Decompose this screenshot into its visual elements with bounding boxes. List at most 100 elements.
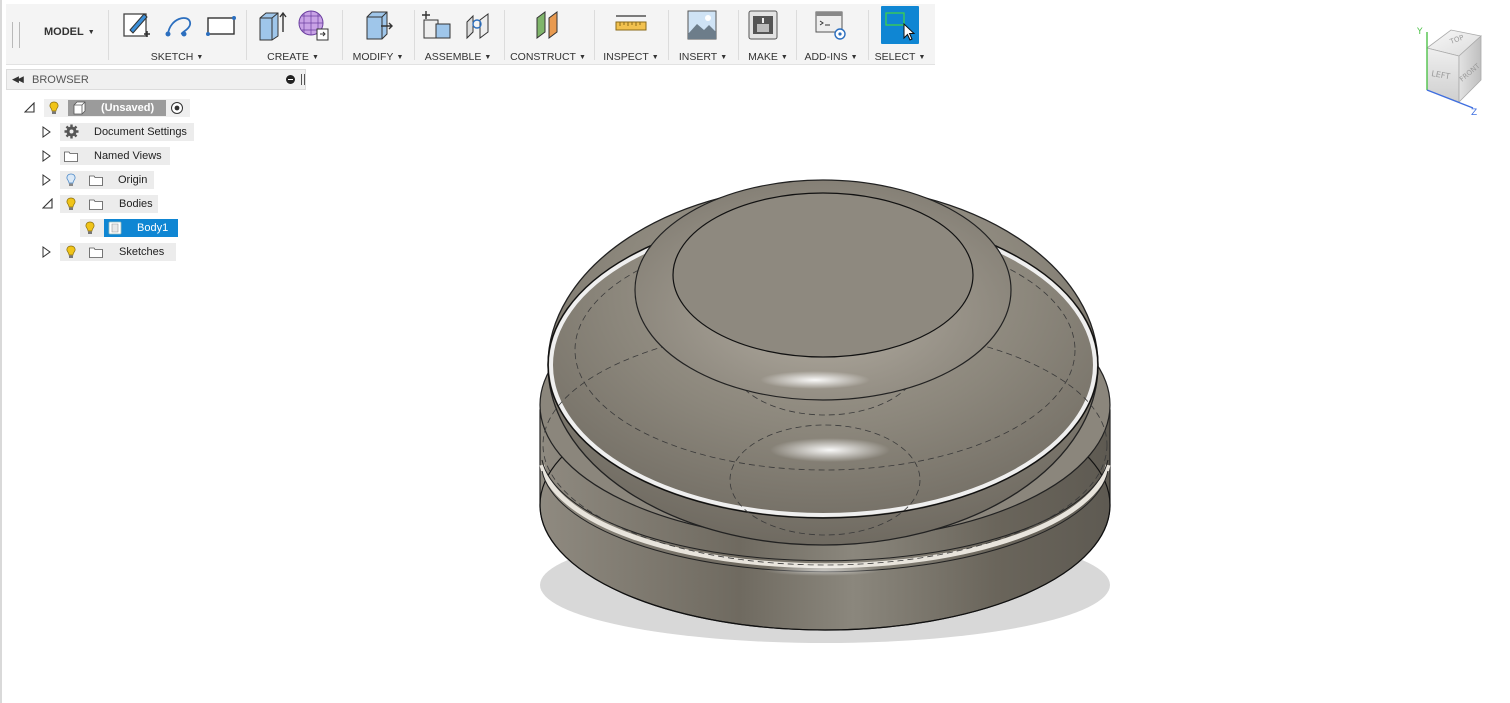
scripts-addins-icon[interactable] xyxy=(814,8,848,42)
body1-model[interactable] xyxy=(530,175,1120,650)
assemble-group: ASSEMBLE ▼ xyxy=(416,4,500,64)
expand-triangle-icon[interactable] xyxy=(42,174,51,186)
toolbar-separator xyxy=(796,10,797,60)
modify-label: MODIFY xyxy=(352,51,394,63)
browser-pin-icon[interactable] xyxy=(301,74,305,85)
add-ins-group: ADD-INS ▼ xyxy=(798,4,864,64)
insert-menu[interactable]: INSERT ▼ xyxy=(672,51,734,63)
folder-icon xyxy=(89,247,103,258)
create-label: CREATE xyxy=(267,51,309,63)
caret-down-icon: ▼ xyxy=(850,54,858,61)
form-icon[interactable] xyxy=(296,8,330,42)
modify-group: MODIFY ▼ xyxy=(346,4,410,64)
workspace-label: MODEL xyxy=(44,26,84,38)
caret-down-icon: ▼ xyxy=(484,54,492,61)
caret-down-icon: ▼ xyxy=(780,54,788,61)
press-pull-icon[interactable] xyxy=(361,8,395,42)
inspect-label: INSPECT xyxy=(603,51,649,63)
model-viewport[interactable] xyxy=(530,175,1120,650)
select-tool[interactable] xyxy=(881,6,919,44)
toolbar-separator xyxy=(668,10,669,60)
create-group: CREATE ▼ xyxy=(250,4,336,64)
toolbar-separator xyxy=(414,10,415,60)
construct-label: CONSTRUCT xyxy=(510,51,576,63)
extrude-icon[interactable] xyxy=(254,8,288,42)
sketch-menu[interactable]: SKETCH ▼ xyxy=(114,51,240,63)
minimize-browser-icon[interactable] xyxy=(286,75,295,84)
assemble-menu[interactable]: ASSEMBLE ▼ xyxy=(416,51,500,63)
construct-group: CONSTRUCT ▼ xyxy=(506,4,590,64)
folder-icon xyxy=(89,199,103,210)
y-axis-label: Y xyxy=(1416,27,1423,37)
toolbar-grip[interactable] xyxy=(12,22,20,48)
caret-down-icon: ▼ xyxy=(311,54,319,61)
insert-image-icon[interactable] xyxy=(685,8,719,42)
add-ins-menu[interactable]: ADD-INS ▼ xyxy=(798,51,864,63)
node-label: Bodies xyxy=(119,198,153,210)
toolbar-separator xyxy=(108,10,109,60)
z-axis-label: Z xyxy=(1471,108,1477,118)
toolbar-separator xyxy=(504,10,505,60)
caret-down-icon: ▼ xyxy=(396,54,404,61)
workspace-switcher[interactable]: MODEL ▼ xyxy=(44,26,95,44)
make-label: MAKE xyxy=(748,51,778,63)
visibility-bulb-off-icon[interactable] xyxy=(65,173,77,187)
node-label: Origin xyxy=(118,174,148,186)
make-menu[interactable]: MAKE ▼ xyxy=(740,51,796,63)
visibility-bulb-icon[interactable] xyxy=(65,245,77,259)
node-label: Document Settings xyxy=(94,126,187,138)
inspect-menu[interactable]: INSPECT ▼ xyxy=(598,51,664,63)
measure-icon[interactable] xyxy=(614,8,648,42)
new-component-icon[interactable] xyxy=(420,8,454,42)
select-label: SELECT xyxy=(874,51,916,63)
gear-icon xyxy=(64,124,79,139)
joint-icon[interactable] xyxy=(462,8,496,42)
assemble-label: ASSEMBLE xyxy=(424,51,482,63)
root-label: (Unsaved) xyxy=(101,102,155,114)
sketch-group: SKETCH ▼ xyxy=(114,4,240,64)
folder-icon xyxy=(89,175,103,186)
folder-icon xyxy=(64,151,78,162)
expanded-triangle-icon[interactable] xyxy=(24,102,35,113)
toolbar-separator xyxy=(738,10,739,60)
add-ins-label: ADD-INS xyxy=(804,51,848,63)
visibility-bulb-icon[interactable] xyxy=(65,197,77,211)
construct-menu[interactable]: CONSTRUCT ▼ xyxy=(506,51,590,63)
rectangle-icon[interactable] xyxy=(204,8,238,42)
activate-radio-icon[interactable] xyxy=(170,101,184,115)
insert-label: INSERT xyxy=(678,51,718,63)
toolbar-separator xyxy=(868,10,869,60)
visibility-bulb-icon[interactable] xyxy=(48,101,60,115)
expand-triangle-icon[interactable] xyxy=(42,126,51,138)
component-icon xyxy=(73,101,86,115)
browser-header: ◀◀ BROWSER xyxy=(6,69,306,90)
spline-icon[interactable] xyxy=(162,8,196,42)
toolbar: MODEL ▼ SKETCH ▼ CREATE ▼ MODIFY ▼ ASSEM… xyxy=(6,4,935,65)
toolbar-separator xyxy=(594,10,595,60)
inspect-group: INSPECT ▼ xyxy=(598,4,664,64)
window-left-edge xyxy=(0,0,2,703)
browser-title: BROWSER xyxy=(32,74,89,86)
body-icon xyxy=(108,221,122,235)
3d-print-icon[interactable] xyxy=(746,8,780,42)
caret-down-icon: ▼ xyxy=(720,54,728,61)
make-group: MAKE ▼ xyxy=(740,4,796,64)
create-sketch-icon[interactable] xyxy=(120,8,154,42)
expanded-triangle-icon[interactable] xyxy=(42,198,53,209)
select-group: SELECT ▼ xyxy=(870,4,930,64)
create-menu[interactable]: CREATE ▼ xyxy=(250,51,336,63)
node-label: Named Views xyxy=(94,150,162,162)
caret-down-icon: ▼ xyxy=(651,54,659,61)
caret-down-icon: ▼ xyxy=(87,29,95,36)
select-menu[interactable]: SELECT ▼ xyxy=(870,51,930,63)
visibility-bulb-icon[interactable] xyxy=(84,221,96,235)
caret-down-icon: ▼ xyxy=(196,54,204,61)
expand-triangle-icon[interactable] xyxy=(42,246,51,258)
node-label: Sketches xyxy=(119,246,165,258)
offset-plane-icon[interactable] xyxy=(531,8,565,42)
viewcube[interactable]: TOP LEFT FRONT Y Z xyxy=(1415,22,1497,118)
collapse-browser-icon[interactable]: ◀◀ xyxy=(12,74,24,85)
node-label: Body1 xyxy=(137,222,169,234)
modify-menu[interactable]: MODIFY ▼ xyxy=(346,51,410,63)
expand-triangle-icon[interactable] xyxy=(42,150,51,162)
